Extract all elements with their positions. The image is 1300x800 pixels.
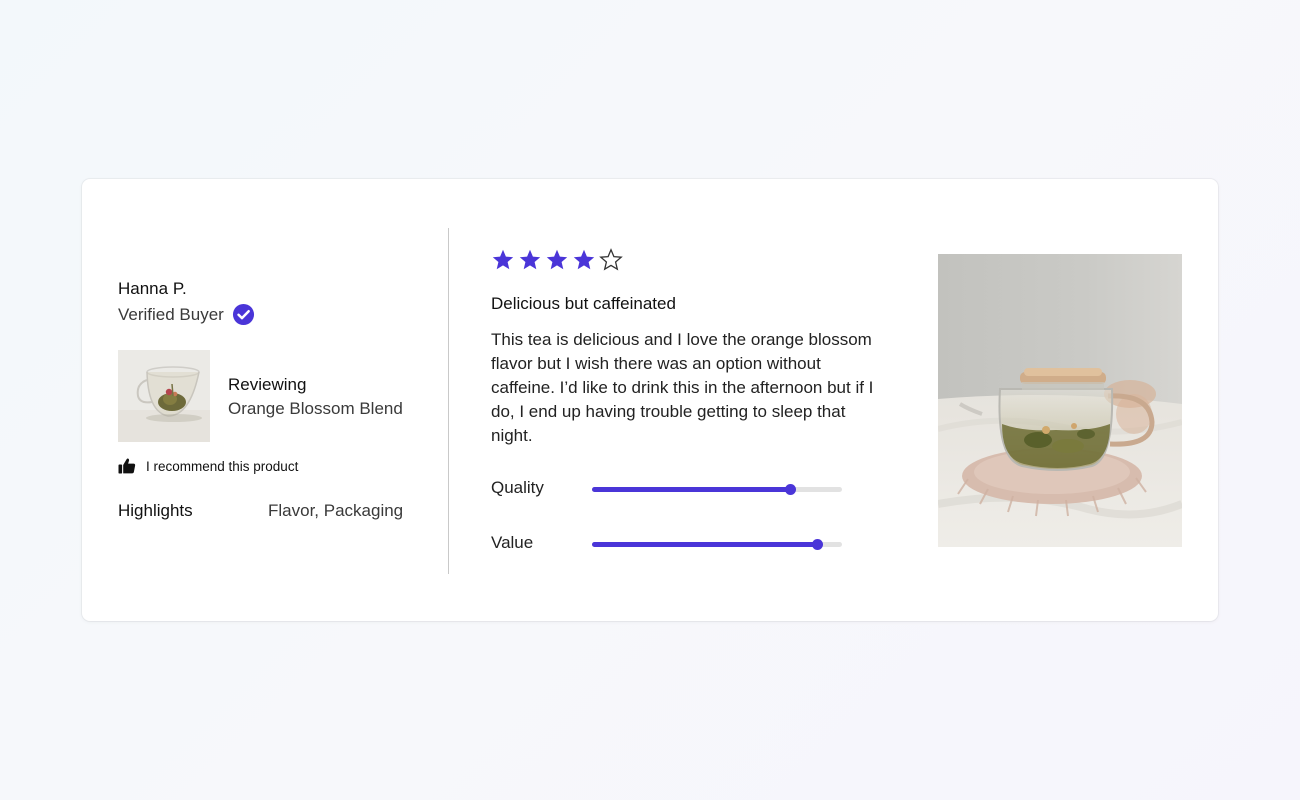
star-filled-icon <box>519 249 541 270</box>
highlights-label: Highlights <box>118 501 193 520</box>
reviewer-panel: Hanna P. Verified Buyer Reviewing Orange… <box>118 179 418 621</box>
review-card: Hanna P. Verified Buyer Reviewing Orange… <box>82 179 1218 621</box>
tea-glass-cup-image <box>118 350 210 442</box>
verified-badge: Verified Buyer <box>118 303 255 326</box>
rating-row-value: Value <box>491 533 851 557</box>
rating-knob <box>784 484 796 495</box>
divider <box>448 228 449 574</box>
rating-track <box>592 484 842 495</box>
reviewer-name: Hanna P. <box>118 279 187 298</box>
rating-knob <box>812 539 823 550</box>
reviewed-product-name[interactable]: Orange Blossom Blend <box>228 399 403 419</box>
verified-label: Verified Buyer <box>118 304 224 324</box>
thumbs-up-icon <box>118 458 136 474</box>
reviewing-label: Reviewing <box>228 375 307 394</box>
recommend-text: I recommend this product <box>146 458 299 474</box>
glass-teapot-photo <box>938 254 1182 547</box>
star-rating <box>491 248 626 272</box>
highlights-value: Flavor, Packaging <box>268 501 404 520</box>
rating-label: Value <box>491 533 534 552</box>
rating-fill <box>592 542 817 547</box>
rating-track <box>592 539 842 550</box>
review-content: Delicious but caffeinated This tea is de… <box>491 179 911 621</box>
star-filled-icon <box>573 249 595 270</box>
review-photo[interactable] <box>938 254 1182 547</box>
verified-check-icon <box>232 303 254 326</box>
star-filled-icon <box>492 249 514 270</box>
review-body: This tea is delicious and I love the ora… <box>491 330 874 445</box>
recommend-row: I recommend this product <box>118 458 298 474</box>
star-filled-icon <box>546 249 568 270</box>
star-empty-icon <box>599 248 623 271</box>
rating-label: Quality <box>491 478 544 497</box>
rating-fill <box>592 487 790 492</box>
review-title: Delicious but caffeinated <box>491 294 676 313</box>
rating-row-quality: Quality <box>491 478 851 502</box>
product-thumbnail[interactable] <box>118 350 210 442</box>
